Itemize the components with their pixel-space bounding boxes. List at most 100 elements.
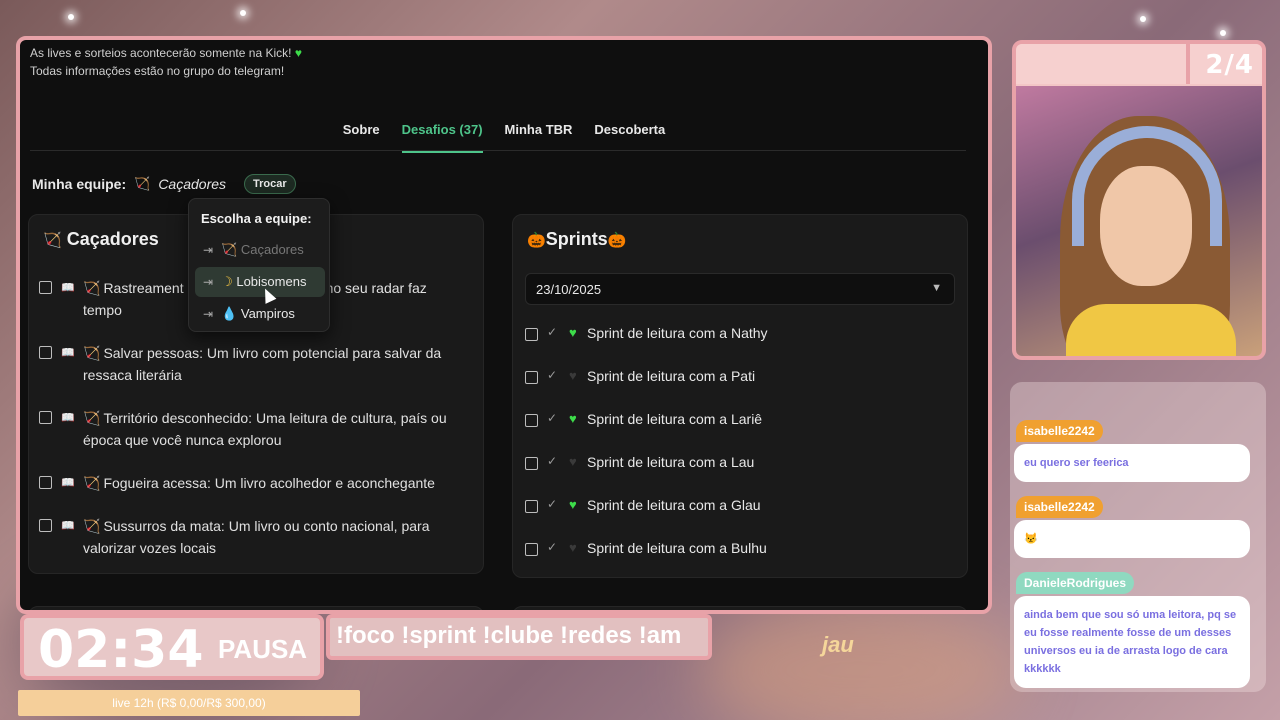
timer-time: 02:34 bbox=[38, 620, 204, 680]
heart-icon: ♥ bbox=[569, 454, 577, 469]
team-row: Minha equipe: 🏹 Caçadores Trocar bbox=[32, 174, 296, 194]
string-light bbox=[1140, 16, 1146, 22]
challenge-item: 📖 🏹 Território desconhecido: Uma leitura … bbox=[39, 407, 469, 451]
chat-username: isabelle2242 bbox=[1016, 420, 1103, 442]
background-blob bbox=[700, 600, 1020, 720]
channel-logo: jau bbox=[822, 632, 854, 657]
streamer-shirt bbox=[1066, 304, 1236, 356]
green-heart-icon: ♥ bbox=[294, 46, 302, 60]
check-icon: ✓ bbox=[547, 325, 558, 339]
sprint-label: Sprint de leitura com a Lau bbox=[587, 454, 755, 470]
dropdown-title: Escolha a equipe: bbox=[201, 211, 312, 226]
bow-icon: 🏹 bbox=[83, 345, 101, 361]
bow-icon: 🏹 bbox=[221, 242, 238, 257]
blood-drop-icon: 💧 bbox=[221, 306, 238, 321]
webcam-video bbox=[1016, 86, 1262, 356]
notice-line-1: As lives e sorteios acontecerão somente … bbox=[30, 46, 292, 60]
sprint-label: Sprint de leitura com a Pati bbox=[587, 368, 756, 384]
tab-sobre[interactable]: Sobre bbox=[343, 118, 380, 153]
challenge-text: 🏹 Sussurros da mata: Um livro ou conto na… bbox=[83, 518, 430, 556]
chat-message: eu quero ser feerica bbox=[1014, 444, 1250, 482]
next-panel bbox=[28, 606, 484, 610]
pomodoro-timer: 02:34 PAUSA bbox=[20, 614, 324, 680]
sprint-checkbox[interactable] bbox=[525, 414, 538, 427]
panel-title: 🎃Sprints🎃 bbox=[527, 229, 626, 250]
team-name: Caçadores bbox=[158, 176, 227, 192]
chat-overlay: isabelle2242 eu quero ser feerica isabel… bbox=[1010, 382, 1266, 692]
team-panel-title: Caçadores bbox=[66, 229, 159, 249]
challenge-item: 📖 🏹 Salvar pessoas: Um livro com potencia… bbox=[39, 342, 469, 386]
pumpkin-icon: 🎃 bbox=[527, 232, 546, 249]
tab-descoberta[interactable]: Descoberta bbox=[594, 118, 665, 153]
challenge-checkbox[interactable] bbox=[39, 519, 52, 532]
sprint-checkbox[interactable] bbox=[525, 371, 538, 384]
webcam-frame: 2/4 bbox=[1012, 40, 1266, 360]
notice: As lives e sorteios acontecerão somente … bbox=[30, 44, 302, 80]
sprint-label: Sprint de leitura com a Lariê bbox=[587, 411, 763, 427]
check-icon: ✓ bbox=[547, 497, 558, 511]
chat-message: ainda bem que sou só uma leitora, pq se … bbox=[1014, 596, 1250, 688]
moon-icon: ☽ bbox=[221, 274, 233, 289]
challenge-item: 📖 🏹 Sussurros da mata: Um livro ou conto … bbox=[39, 515, 469, 559]
sprint-checkbox[interactable] bbox=[525, 328, 538, 341]
team-dropdown: Escolha a equipe: ⇥ 🏹 Caçadores ⇥ ☽ Lobiso… bbox=[188, 198, 330, 332]
check-icon: ✓ bbox=[547, 540, 558, 554]
goal-bar: live 12h (R$ 0,00/R$ 300,00) bbox=[18, 690, 360, 716]
check-icon: ✓ bbox=[547, 411, 558, 425]
panel-title: 🏹 Caçadores bbox=[43, 229, 159, 250]
chat-username: DanieleRodrigues bbox=[1016, 572, 1135, 594]
pumpkin-icon: 🎃 bbox=[607, 232, 627, 249]
string-light bbox=[240, 10, 246, 16]
check-icon: ✓ bbox=[547, 368, 558, 382]
bow-icon: 🏹 bbox=[83, 518, 101, 534]
challenge-text: 🏹 Fogueira acessa: Um livro acolhedor e a… bbox=[83, 475, 435, 491]
webcam-header: 2/4 bbox=[1016, 44, 1262, 84]
sprint-checkbox[interactable] bbox=[525, 500, 538, 513]
switch-team-button[interactable]: Trocar bbox=[244, 174, 296, 194]
enter-icon: ⇥ bbox=[203, 243, 214, 257]
book-icon: 📖 bbox=[61, 347, 75, 359]
sprint-checkbox[interactable] bbox=[525, 457, 538, 470]
sprint-checkbox[interactable] bbox=[525, 543, 538, 556]
tab-bar: Sobre Desafios (37) Minha TBR Descoberta bbox=[20, 118, 988, 153]
bow-icon: 🏹 bbox=[83, 280, 101, 296]
bow-icon: 🏹 bbox=[134, 176, 151, 191]
enter-icon: ⇥ bbox=[203, 307, 214, 321]
sprint-label: Sprint de leitura com a Nathy bbox=[587, 325, 768, 341]
counter: 2/4 bbox=[1205, 50, 1254, 80]
chat-username: isabelle2242 bbox=[1016, 496, 1103, 518]
heart-icon: ♥ bbox=[569, 411, 577, 426]
check-icon: ✓ bbox=[547, 454, 558, 468]
bow-icon: 🏹 bbox=[83, 475, 101, 491]
challenge-text: 🏹 Território desconhecido: Uma leitura de… bbox=[83, 410, 447, 448]
chevron-down-icon: ▼ bbox=[931, 282, 942, 294]
sprint-label: Sprint de leitura com a Bulhu bbox=[587, 540, 767, 556]
date-select[interactable]: 23/10/2025 ▼ bbox=[525, 273, 955, 305]
book-icon: 📖 bbox=[61, 412, 75, 424]
challenge-checkbox[interactable] bbox=[39, 411, 52, 424]
tab-minha-tbr[interactable]: Minha TBR bbox=[505, 118, 573, 153]
next-panel bbox=[512, 606, 968, 610]
divider bbox=[1186, 44, 1190, 84]
notice-line-2: Todas informações estão no grupo do tele… bbox=[30, 64, 285, 78]
timer-status: PAUSA bbox=[218, 634, 308, 664]
book-icon: 📖 bbox=[61, 477, 75, 489]
sprint-label: Sprint de leitura com a Glau bbox=[587, 497, 761, 513]
tabs-divider bbox=[30, 150, 966, 151]
bow-icon: 🏹 bbox=[43, 232, 62, 249]
tab-desafios[interactable]: Desafios (37) bbox=[401, 118, 483, 153]
heart-icon: ♥ bbox=[569, 497, 577, 512]
challenge-checkbox[interactable] bbox=[39, 476, 52, 489]
chat-message: 😾 bbox=[1014, 520, 1250, 558]
team-option-cacadores[interactable]: ⇥ 🏹 Caçadores bbox=[195, 235, 325, 265]
commands-marquee: !foco !sprint !clube !redes !am bbox=[326, 614, 712, 660]
team-label: Minha equipe: bbox=[32, 176, 127, 192]
sprints-title: Sprints bbox=[545, 229, 608, 249]
challenge-item: 📖 🏹 Fogueira acessa: Um livro acolhedor e… bbox=[39, 472, 469, 494]
challenge-checkbox[interactable] bbox=[39, 281, 52, 294]
string-light bbox=[68, 14, 74, 20]
team-option-vampiros[interactable]: ⇥ 💧 Vampiros bbox=[195, 299, 325, 329]
heart-icon: ♥ bbox=[569, 368, 577, 383]
challenge-checkbox[interactable] bbox=[39, 346, 52, 359]
enter-icon: ⇥ bbox=[203, 275, 214, 289]
